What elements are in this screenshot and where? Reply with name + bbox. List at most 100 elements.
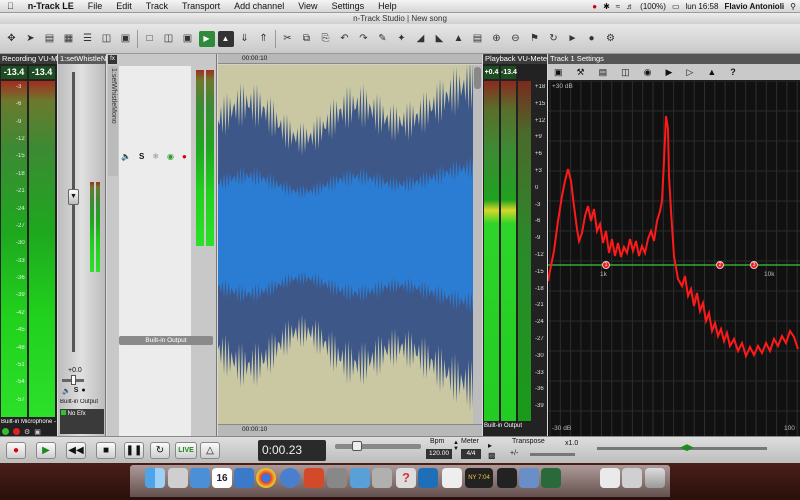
eq-node-3[interactable]: 3 <box>750 261 758 269</box>
finder-icon[interactable] <box>145 468 165 488</box>
undo-icon[interactable]: ↶ <box>337 31 353 47</box>
eq-graph[interactable]: +30 dB -30 dB 1k 10k 100 1 2 3 <box>547 80 800 436</box>
fade-out-icon[interactable]: ◣ <box>432 31 448 47</box>
world-clock-icon[interactable]: NY 7:04 <box>465 468 493 488</box>
mixer-icon[interactable]: ▤ <box>42 31 58 47</box>
menu-settings[interactable]: Settings <box>325 0 372 13</box>
screenshot-icon[interactable] <box>350 468 370 488</box>
ntrack-icon[interactable] <box>541 468 561 488</box>
camera-icon[interactable]: ◉ <box>644 67 652 78</box>
time-display[interactable]: 0:00.23 <box>258 440 326 461</box>
arrow-tool-icon[interactable]: ➤ <box>23 31 39 47</box>
normalize-icon[interactable]: ▲ <box>451 31 467 47</box>
metronome-icon[interactable]: ▲ <box>217 30 234 47</box>
snap-toggle-icon[interactable]: ▸ <box>488 441 492 450</box>
eq-node-1[interactable]: 1 <box>602 261 610 269</box>
wifi-icon[interactable]: ≈ <box>616 2 620 11</box>
mail-icon[interactable] <box>190 468 210 488</box>
track-record-icon[interactable]: ● <box>182 152 187 161</box>
photo-booth-icon[interactable] <box>372 468 392 488</box>
track-monitor-icon[interactable]: ◉ <box>167 152 174 161</box>
channel-solo-icon[interactable]: S <box>74 387 79 395</box>
menu-add-channel[interactable]: Add channel <box>227 0 291 13</box>
save-icon[interactable]: ▣ <box>180 31 196 47</box>
stop-button[interactable]: ■ <box>96 442 116 459</box>
open-folder-icon[interactable]: ◫ <box>161 31 177 47</box>
launchpad-icon[interactable] <box>168 468 188 488</box>
position-slider[interactable] <box>335 444 421 449</box>
properties-icon[interactable]: ▣ <box>554 67 563 78</box>
pan-knob[interactable] <box>71 375 76 385</box>
record-button[interactable]: ● <box>6 442 26 459</box>
scrollbar-thumb[interactable] <box>474 67 481 89</box>
chrome-icon[interactable] <box>256 468 276 488</box>
downloads-stack-icon[interactable] <box>622 468 642 488</box>
fx-button[interactable]: fx <box>108 55 117 64</box>
live-button[interactable]: LIVE <box>175 442 197 459</box>
volume-fader-knob[interactable]: ▼ <box>68 189 79 205</box>
compact-icon[interactable]: ▣ <box>118 31 134 47</box>
preferences-icon[interactable] <box>327 468 347 488</box>
redo-icon[interactable]: ↷ <box>356 31 372 47</box>
track-speaker-icon[interactable]: 🔈 <box>121 152 131 161</box>
merge-icon[interactable]: ▤ <box>470 31 486 47</box>
video-icon[interactable]: ▶ <box>665 67 672 78</box>
settings-icon[interactable]: ⚙ <box>603 31 619 47</box>
vertical-scrollbar[interactable] <box>473 65 482 424</box>
help-icon[interactable]: ? <box>730 67 736 77</box>
pencil-icon[interactable]: ✎ <box>375 31 391 47</box>
menu-help[interactable]: Help <box>371 0 404 13</box>
export-icon[interactable]: ⇑ <box>256 31 272 47</box>
document-icon[interactable]: ▤ <box>599 67 608 78</box>
input-settings-icon[interactable]: ⚙ <box>24 428 30 436</box>
track-output-button[interactable]: Built-in Output <box>119 336 213 345</box>
bpm-stepper-icon[interactable]: ▲ ▼ <box>453 440 459 452</box>
menu-edit[interactable]: Edit <box>109 0 139 13</box>
channel-output[interactable]: Built-in Output <box>60 399 104 405</box>
eq-node-2[interactable]: 2 <box>716 261 724 269</box>
snap-icon[interactable]: ► <box>565 31 581 47</box>
menu-transport[interactable]: Transport <box>175 0 227 13</box>
question-icon[interactable]: ? <box>396 468 416 488</box>
table-icon[interactable]: ◫ <box>99 31 115 47</box>
app-store-icon[interactable] <box>234 468 254 488</box>
fade-in-icon[interactable]: ◢ <box>413 31 429 47</box>
metronome-button[interactable]: △ <box>200 442 220 459</box>
speaker-icon[interactable]: 🔈 <box>62 387 71 395</box>
battery-percent[interactable]: (100%) <box>640 2 666 11</box>
transpose-slider[interactable] <box>530 453 575 456</box>
play-song-icon[interactable]: ▶ <box>198 30 215 47</box>
user-name[interactable]: Flavio Antonioli <box>724 2 784 11</box>
input-options-icon[interactable]: ▣ <box>34 428 41 436</box>
list-icon[interactable]: ☰ <box>80 31 96 47</box>
documents-stack-icon[interactable] <box>600 468 620 488</box>
menu-clock[interactable]: lun 16:58 <box>686 2 719 11</box>
cut-icon[interactable]: ✂ <box>280 31 296 47</box>
menu-file[interactable]: File <box>81 0 110 13</box>
new-song-icon[interactable]: □ <box>142 31 158 47</box>
xcode-icon[interactable] <box>418 468 438 488</box>
import-icon[interactable]: ⇓ <box>237 31 253 47</box>
pause-button[interactable]: ❚❚ <box>124 442 144 459</box>
music-icon[interactable] <box>304 468 324 488</box>
graph-icon[interactable]: ▲ <box>707 67 716 77</box>
track-name[interactable]: 1:setWhistleMono <box>108 66 118 176</box>
dictionary-icon[interactable] <box>519 468 539 488</box>
bpm-value[interactable]: 120.00 <box>426 449 452 459</box>
monitor-icon[interactable] <box>2 428 9 435</box>
position-slider-thumb[interactable] <box>352 441 362 451</box>
apple-icon[interactable]:  <box>0 0 21 13</box>
textedit-icon[interactable] <box>442 468 462 488</box>
grid-icon[interactable]: ▦ <box>61 31 77 47</box>
playback-output-label[interactable]: Built-in Output <box>484 423 546 429</box>
trash-icon[interactable] <box>645 468 665 488</box>
cursor-icon[interactable]: ✥ <box>4 31 20 47</box>
paste-icon[interactable]: ⎘ <box>318 31 334 47</box>
zoom-slider-thumb[interactable]: ◀▶ <box>680 442 694 452</box>
channel-name[interactable]: 1:setWhistleN <box>58 54 106 64</box>
activity-monitor-icon[interactable] <box>497 468 517 488</box>
zoom-out-icon[interactable]: ⊖ <box>508 31 524 47</box>
track-freeze-icon[interactable]: ❄ <box>152 152 159 161</box>
wand-icon[interactable]: ✦ <box>394 31 410 47</box>
itunes-icon[interactable] <box>280 468 300 488</box>
